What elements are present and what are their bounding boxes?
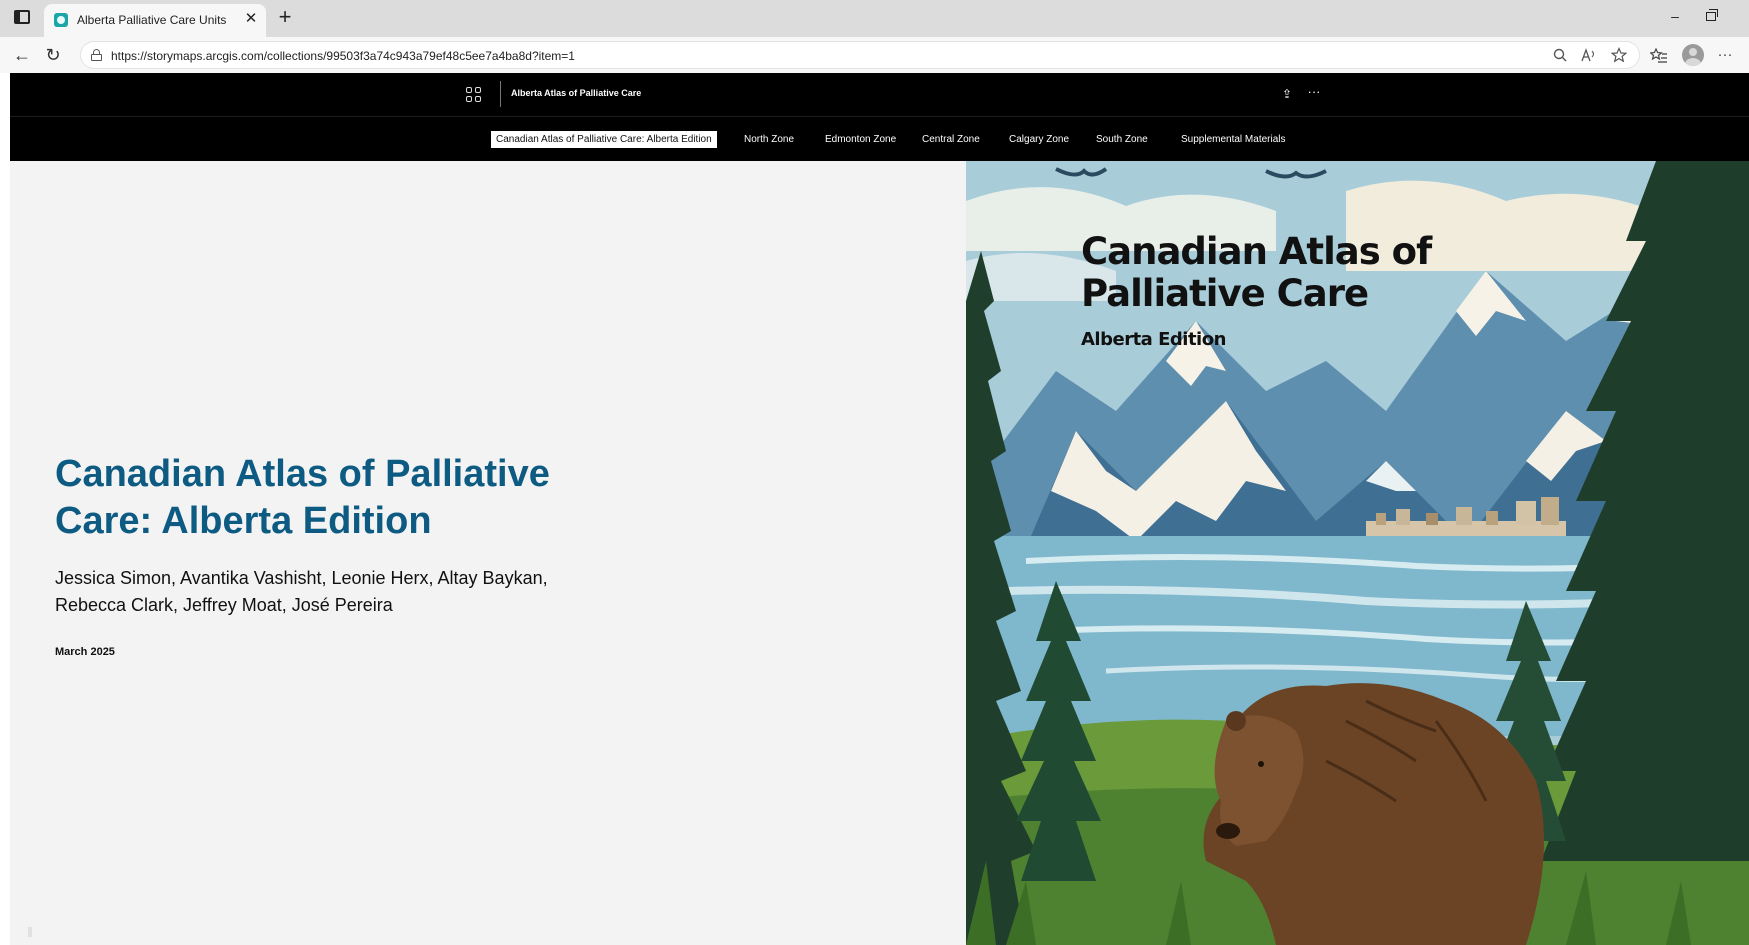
more-options-icon[interactable]: ··· [1305, 85, 1323, 99]
story-header: Alberta Atlas of Palliative Care ⇪ ··· [10, 73, 1749, 116]
profile-avatar[interactable] [1682, 44, 1704, 66]
favorites-icon[interactable] [1650, 48, 1668, 64]
cover-subtitle: Alberta Edition [1081, 329, 1226, 350]
cover-title-line2: Palliative Care [1081, 272, 1369, 315]
new-tab-button[interactable]: + [274, 6, 296, 28]
nav-item-calgary-zone[interactable]: Calgary Zone [1004, 131, 1074, 148]
storymaps-favicon-icon [54, 13, 68, 27]
cover-text-panel: Canadian Atlas of Palliative Care: Alber… [10, 161, 966, 945]
browser-tab[interactable]: Alberta Palliative Care Units ✕ [44, 4, 266, 37]
lock-icon[interactable] [91, 49, 102, 61]
back-arrow-icon[interactable]: ← [12, 45, 32, 65]
cover-title-line1: Canadian Atlas of [1081, 230, 1432, 273]
page-title: Canadian Atlas of Palliative Care: Alber… [55, 453, 550, 542]
nav-item-edmonton-zone[interactable]: Edmonton Zone [820, 131, 901, 148]
collection-nav: Canadian Atlas of Palliative Care: Alber… [10, 116, 1749, 161]
minimize-window-button[interactable]: – [1665, 6, 1685, 26]
browser-address-bar: ← ↻ https://storymaps.arcgis.com/collect… [0, 37, 1749, 73]
nav-item-alberta-edition[interactable]: Canadian Atlas of Palliative Care: Alber… [491, 131, 717, 148]
cover-title: Canadian Atlas of Palliative Care [1081, 230, 1432, 315]
zoom-icon[interactable] [1553, 48, 1567, 62]
cover-image: Canadian Atlas of Palliative Care Albert… [966, 161, 1749, 945]
browser-menu-icon[interactable]: ··· [1715, 45, 1735, 65]
favorite-star-icon[interactable] [1611, 47, 1627, 63]
collection-grid-icon[interactable] [466, 87, 482, 103]
nav-item-supplemental-materials[interactable]: Supplemental Materials [1176, 131, 1291, 148]
scroll-indicator [28, 927, 32, 937]
authors-byline: Jessica Simon, Avantika Vashisht, Leonie… [55, 568, 548, 615]
tab-close-icon[interactable]: ✕ [242, 10, 260, 28]
nav-item-central-zone[interactable]: Central Zone [917, 131, 985, 148]
nav-item-south-zone[interactable]: South Zone [1091, 131, 1153, 148]
browser-tab-bar: Alberta Palliative Care Units ✕ + – [0, 0, 1749, 37]
tab-title: Alberta Palliative Care Units [77, 13, 227, 27]
restore-window-button[interactable] [1706, 9, 1718, 21]
collection-title[interactable]: Alberta Atlas of Palliative Care [511, 88, 641, 98]
header-divider [500, 81, 501, 107]
read-aloud-icon[interactable] [1581, 48, 1597, 62]
share-icon[interactable]: ⇪ [1280, 87, 1294, 101]
url-text: https://storymaps.arcgis.com/collections… [111, 49, 575, 63]
reload-icon[interactable]: ↻ [43, 45, 63, 65]
nav-item-north-zone[interactable]: North Zone [739, 131, 799, 148]
sidebar-toggle-icon[interactable] [14, 10, 30, 24]
url-input[interactable]: https://storymaps.arcgis.com/collections… [80, 41, 1640, 69]
publish-date: March 2025 [55, 646, 115, 658]
